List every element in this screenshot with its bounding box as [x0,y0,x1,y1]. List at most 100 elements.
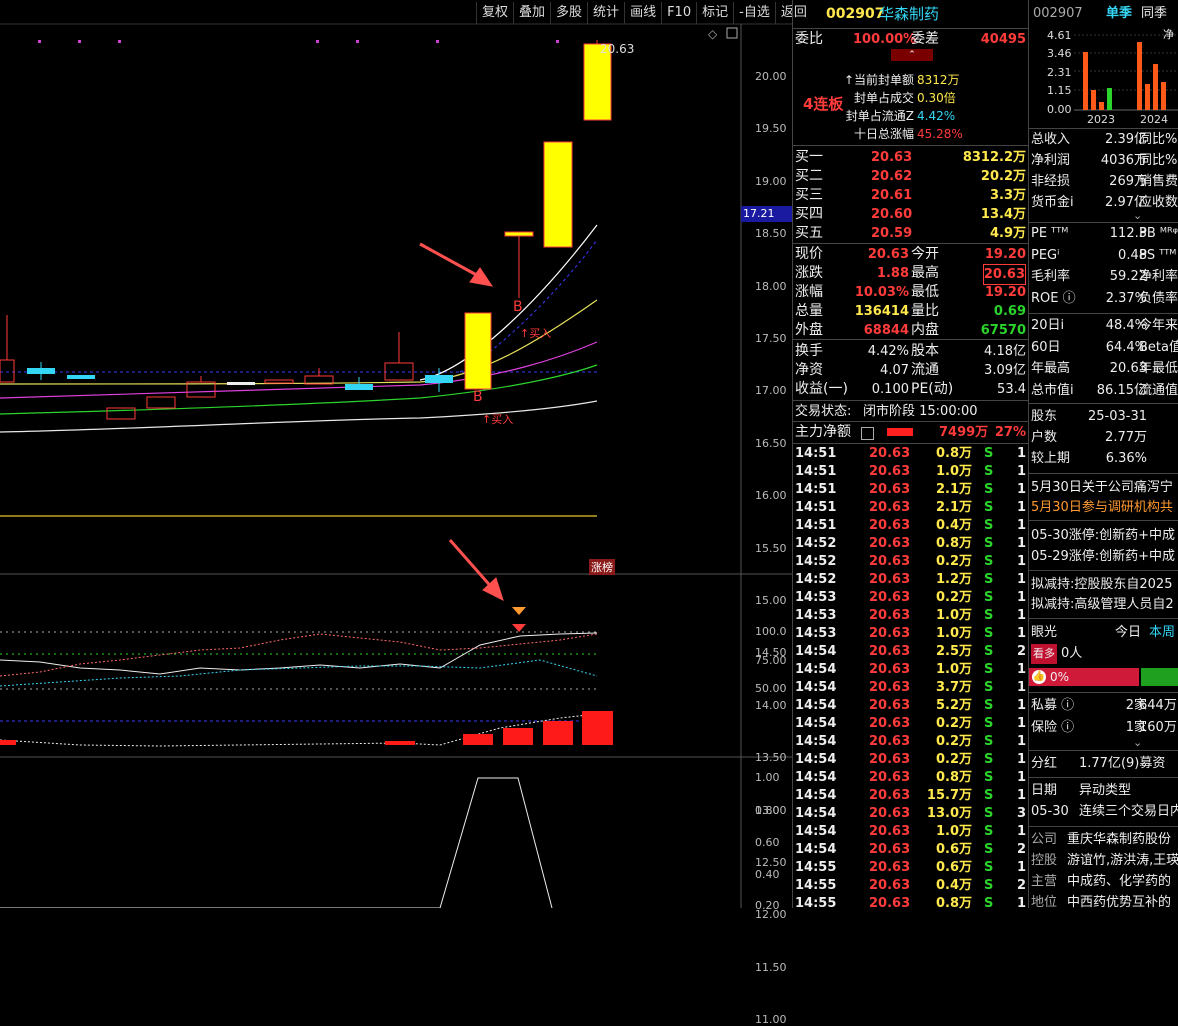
bear-bar[interactable] [1141,668,1178,686]
tick-price: 20.63 [869,554,911,569]
rows2-row: PEGⁱ 0.48 PS ᵀᵀᴹ [1029,246,1178,266]
tick-row[interactable]: 14:55 20.63 0.4万 S 2 [793,877,1029,895]
tick-time: 14:54 [795,842,837,857]
news-item-2[interactable]: 5月30日参与调研机构共 [1031,498,1178,518]
indicator-tick: 50.00 [755,682,787,695]
main-net-row[interactable]: 主力净额 7499万 27% [793,423,1029,442]
tick-volume: 13.0万 [926,806,972,821]
bid-row-3[interactable]: 买三 20.61 3.3万 [793,186,1029,205]
tick-volume: 1.0万 [935,626,972,641]
high-price-label: 20.63 [600,42,635,56]
tick-row[interactable]: 14:51 20.63 2.1万 S 1 [793,481,1029,499]
main-business-row: 主营 中成药、化学药的 [1031,874,1172,889]
tick-row[interactable]: 14:54 20.63 0.6万 S 2 [793,841,1029,859]
tick-time: 14:54 [795,734,837,749]
rows3-label: 总市值i [1031,382,1074,398]
rows3-row: 总市值i 86.15亿 流通值 [1029,381,1178,401]
tick-price: 20.63 [869,788,911,803]
bid-volume: 13.4万 [980,207,1026,222]
tick-volume: 1.0万 [935,464,972,479]
reduce-item-1[interactable]: 拟减持:控股股东自2025 [1031,575,1178,595]
indicator-tick: 75.00 [755,654,787,667]
tick-row[interactable]: 14:52 20.63 0.8万 S 1 [793,535,1029,553]
stat-label: 涨幅 [795,284,823,300]
tick-time: 14:54 [795,788,837,803]
bid-row-2[interactable]: 买二 20.62 20.2万 [793,167,1029,186]
rows4-label: 较上期 [1031,451,1071,466]
tick-row[interactable]: 14:53 20.63 1.0万 S 1 [793,607,1029,625]
tab-quarter[interactable]: 单季 [1106,4,1132,24]
seal-value: 45.28% [917,127,963,141]
tick-side: S [984,896,994,911]
seal-row: 十日总涨幅 45.28% [793,125,1029,144]
tick-row[interactable]: 14:52 20.63 0.2万 S 1 [793,553,1029,571]
limit-up-item-1[interactable]: 05-30涨停:创新药+中成 [1031,526,1178,546]
tick-row[interactable]: 14:54 20.63 0.2万 S 1 [793,751,1029,769]
tick-row[interactable]: 14:53 20.63 0.2万 S 1 [793,589,1029,607]
tick-row[interactable]: 14:54 20.63 13.0万 S 3 [793,805,1029,823]
kline-chart-svg[interactable]: ◇ [0,0,792,908]
tick-count: 1 [1017,896,1027,911]
menu-icon[interactable] [861,427,874,440]
tick-count: 1 [1017,752,1027,767]
tick-price: 20.63 [869,446,911,461]
rows1-row: 货币金i 2.97亿 应收数 [1029,193,1178,213]
tick-volume: 0.2万 [935,554,972,569]
limit-up-item-2[interactable]: 05-29涨停:创新药+中成 [1031,547,1178,567]
kline-chart-area[interactable]: 复权 叠加 多股 统计 画线 F10 标记 -自选 返回 ◇ 20.00 19.… [0,0,807,1026]
tick-row[interactable]: 14:55 20.63 0.6万 S 1 [793,859,1029,877]
tick-side: S [984,464,994,479]
collapse-icon[interactable]: ⌃ [891,49,933,61]
tick-row[interactable]: 14:52 20.63 1.2万 S 1 [793,571,1029,589]
tick-row[interactable]: 14:51 20.63 2.1万 S 1 [793,499,1029,517]
lower-tick: 0.80 [755,804,780,817]
tick-row[interactable]: 14:53 20.63 1.0万 S 1 [793,625,1029,643]
tick-count: 1 [1017,788,1027,803]
bid-row-5[interactable]: 买五 20.59 4.9万 [793,224,1029,243]
bid-label: 买一 [795,149,823,165]
seal-label: 封单占成交 [853,91,914,105]
tick-side: S [984,716,994,731]
tick-row[interactable]: 14:51 20.63 0.8万 S 1 [793,445,1029,463]
stat2-label: 净资 [795,362,823,378]
lower-tick: 0.60 [755,836,780,849]
news-item-1[interactable]: 5月30日关于公司痛泻宁 [1031,478,1178,498]
holder-row: 控股 游谊竹,游洪涛,王瑛 [1031,853,1178,868]
tick-row[interactable]: 14:54 20.63 15.7万 S 1 [793,787,1029,805]
tick-row[interactable]: 14:54 20.63 0.2万 S 1 [793,733,1029,751]
tab-same-quarter[interactable]: 同季 [1141,4,1167,24]
thumb-up-icon[interactable]: 👍 [1032,670,1046,684]
expand-icon-2[interactable]: ⌄ [1133,736,1142,749]
tick-volume: 0.4万 [935,878,972,893]
tick-row[interactable]: 14:54 20.63 5.2万 S 1 [793,697,1029,715]
tick-volume: 0.8万 [935,536,972,551]
tick-side: S [984,878,994,893]
tick-row[interactable]: 14:54 20.63 0.8万 S 1 [793,769,1029,787]
rows4-value: 25-03-31 [1087,409,1147,424]
bid-row-4[interactable]: 买四 20.60 13.4万 [793,205,1029,224]
tick-row[interactable]: 14:54 20.63 1.0万 S 1 [793,661,1029,679]
zhangbang-badge[interactable]: 涨榜 [589,559,615,575]
tick-row[interactable]: 14:54 20.63 1.0万 S 1 [793,823,1029,841]
tick-row[interactable]: 14:54 20.63 2.5万 S 2 [793,643,1029,661]
rows2-right: PB ᴹᴿᵠ [1139,226,1178,241]
rows3-label: 年最高 [1031,361,1071,376]
tick-count: 1 [1017,770,1027,785]
eye-today-tab[interactable]: 今日 [1115,623,1141,643]
tick-row[interactable]: 14:55 20.63 0.8万 S 1 [793,895,1029,913]
bid-row-1[interactable]: 买一 20.63 8312.2万 [793,148,1029,167]
tick-count: 1 [1017,518,1027,533]
eye-week-tab[interactable]: 本周 [1149,623,1175,643]
tick-row[interactable]: 14:51 20.63 1.0万 S 1 [793,463,1029,481]
stat-value: 19.20 [984,247,1026,262]
tick-price: 20.63 [869,896,911,911]
tick-volume: 15.7万 [926,788,972,803]
event-row[interactable]: 05-30 连续三个交易日内 [1029,802,1178,822]
tick-row[interactable]: 14:54 20.63 0.2万 S 1 [793,715,1029,733]
tick-row[interactable]: 14:51 20.63 0.4万 S 1 [793,517,1029,535]
tick-price: 20.63 [869,500,911,515]
expand-icon-1[interactable]: ⌄ [1133,209,1142,222]
tick-row[interactable]: 14:54 20.63 3.7万 S 1 [793,679,1029,697]
tick-volume: 2.1万 [935,500,972,515]
reduce-item-2[interactable]: 拟减持:高级管理人员自2 [1031,595,1178,615]
